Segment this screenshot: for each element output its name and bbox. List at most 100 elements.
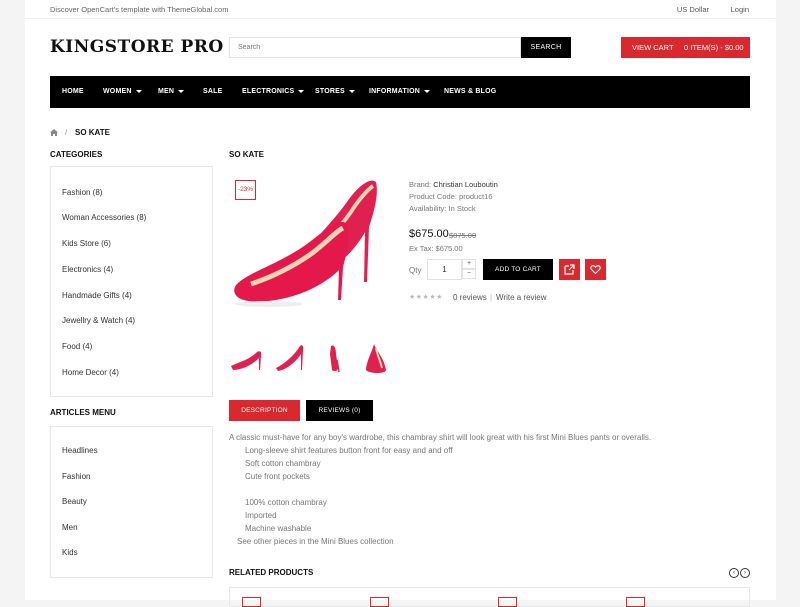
login-link[interactable]: Login: [731, 5, 749, 14]
category-item[interactable]: Handmade Gifts (4): [62, 291, 132, 300]
caret-down-icon: [348, 89, 355, 93]
heart-icon: [590, 265, 601, 275]
qty-decrease-button[interactable]: −: [462, 269, 476, 279]
article-item[interactable]: Fashion: [62, 472, 90, 481]
product-thumbnail[interactable]: [318, 340, 354, 378]
nav-label: NEWS & BLOG: [444, 88, 497, 95]
article-item[interactable]: Kids: [62, 548, 78, 557]
categories-box: [50, 166, 213, 397]
nav-item-sale[interactable]: SALE: [203, 76, 222, 108]
chevron-right-icon[interactable]: ›: [740, 568, 750, 578]
share-icon: [564, 264, 575, 275]
product-thumbnail[interactable]: [229, 340, 265, 378]
brand-link[interactable]: Christian Louboutin: [433, 180, 498, 189]
category-item[interactable]: Jewellry & Watch (4): [62, 316, 135, 325]
articles-menu-title: ARTICLES MENU: [50, 408, 116, 417]
cart-button[interactable]: VIEW CART 0 ITEM(S) - $0.00: [621, 37, 750, 58]
article-item[interactable]: Men: [62, 523, 78, 532]
caret-down-icon: [135, 89, 142, 93]
nav-item-news-blog[interactable]: NEWS & BLOG: [444, 76, 496, 108]
nav-item-information[interactable]: INFORMATION: [369, 76, 431, 108]
category-item[interactable]: Woman Accessories (8): [62, 213, 146, 222]
product-thumbnail[interactable]: [272, 340, 308, 378]
old-price: $875.00: [449, 231, 477, 240]
write-review-link[interactable]: Write a review: [496, 293, 547, 302]
article-item[interactable]: Headlines: [62, 446, 98, 455]
product-thumbnail[interactable]: [360, 340, 396, 378]
tab-reviews[interactable]: REVIEWS (0): [306, 400, 373, 421]
nav-label: HOME: [62, 88, 84, 95]
view-cart-label: VIEW CART: [632, 43, 674, 52]
availability-label: Availability:: [409, 204, 447, 213]
reviews-count-link[interactable]: 0 reviews: [453, 293, 487, 302]
product-code: product16: [459, 192, 493, 201]
discount-badge: -23%: [235, 180, 256, 200]
nav-label: ELECTRONICS: [242, 88, 295, 95]
description-line: Long-sleeve shirt features button front …: [245, 446, 453, 455]
home-icon[interactable]: [50, 129, 58, 136]
main-nav: HOME WOMEN MEN SALE ELECTRONICS STORES I…: [50, 76, 750, 108]
add-to-cart-button[interactable]: ADD TO CART: [483, 259, 553, 280]
description-line: 100% cotton chambray: [245, 498, 327, 507]
nav-item-women[interactable]: WOMEN: [103, 76, 142, 108]
description-line: Soft cotton chambray: [245, 459, 321, 468]
description-intro: A classic must-have for any boy's wardro…: [229, 433, 652, 442]
nav-item-stores[interactable]: STORES: [315, 76, 355, 108]
qty-label: Qty: [409, 266, 422, 275]
brand-row: Brand: Christian Louboutin: [409, 180, 498, 189]
caret-down-icon: [178, 89, 185, 93]
article-item[interactable]: Beauty: [62, 497, 87, 506]
breadcrumb-separator: /: [65, 128, 68, 137]
nav-label: INFORMATION: [369, 88, 421, 95]
availability-row: Availability: In Stock: [409, 204, 476, 213]
categories-title: CATEGORIES: [50, 150, 103, 159]
quantity-input[interactable]: 1: [427, 259, 462, 280]
qty-increase-button[interactable]: +: [462, 259, 476, 269]
nav-label: STORES: [315, 88, 345, 95]
nav-label: WOMEN: [103, 88, 132, 95]
category-item[interactable]: Home Decor (4): [62, 368, 119, 377]
nav-item-electronics[interactable]: ELECTRONICS: [242, 76, 305, 108]
reviews-separator: |: [490, 293, 493, 302]
brand-label: Brand:: [409, 180, 432, 189]
currency-selector[interactable]: US Dollar: [677, 5, 709, 14]
nav-item-home[interactable]: HOME: [62, 76, 84, 108]
caret-down-icon: [298, 89, 305, 93]
category-item[interactable]: Kids Store (6): [62, 239, 111, 248]
related-product-badge: [370, 597, 389, 607]
caret-down-icon: [424, 89, 431, 93]
related-products-carousel: [229, 587, 750, 607]
nav-label: SALE: [203, 88, 223, 95]
search-input[interactable]: [229, 37, 521, 58]
ex-tax-price: Ex Tax: $675.00: [409, 244, 463, 253]
code-row: Product Code: product16: [409, 192, 492, 201]
rating-stars: ★★★★★: [409, 294, 443, 301]
chevron-left-icon[interactable]: ‹: [729, 568, 739, 578]
related-products-title: RELATED PRODUCTS: [229, 568, 314, 577]
nav-item-men[interactable]: MEN: [158, 76, 185, 108]
product-title: SO KATE: [229, 150, 264, 159]
related-product-badge: [242, 597, 261, 607]
search-button[interactable]: SEARCH: [521, 37, 571, 58]
related-product-badge: [626, 597, 645, 607]
product-price: $675.00: [409, 228, 449, 240]
availability-value: In Stock: [448, 204, 476, 213]
description-more: See other pieces in the Mini Blues colle…: [237, 537, 394, 546]
category-item[interactable]: Electronics (4): [62, 265, 113, 274]
category-item[interactable]: Fashion (8): [62, 188, 102, 197]
welcome-text: Discover OpenCart's template with ThemeG…: [50, 5, 229, 14]
wishlist-button[interactable]: [585, 259, 606, 280]
description-line: Cute front pockets: [245, 472, 310, 481]
top-bar: Discover OpenCart's template with ThemeG…: [25, 0, 775, 19]
cart-items-label: 0 ITEM(S) - $0.00: [684, 43, 744, 52]
site-logo[interactable]: KINGSTORE PRO: [50, 37, 224, 57]
description-line: Imported: [245, 511, 277, 520]
tab-description[interactable]: DESCRIPTION: [229, 400, 300, 421]
description-line: Machine washable: [245, 524, 312, 533]
related-product-badge: [498, 597, 517, 607]
category-item[interactable]: Food (4): [62, 342, 92, 351]
code-label: Product Code:: [409, 192, 457, 201]
breadcrumb-current: SO KATE: [75, 128, 110, 137]
nav-label: MEN: [158, 88, 175, 95]
compare-button[interactable]: [559, 259, 580, 280]
